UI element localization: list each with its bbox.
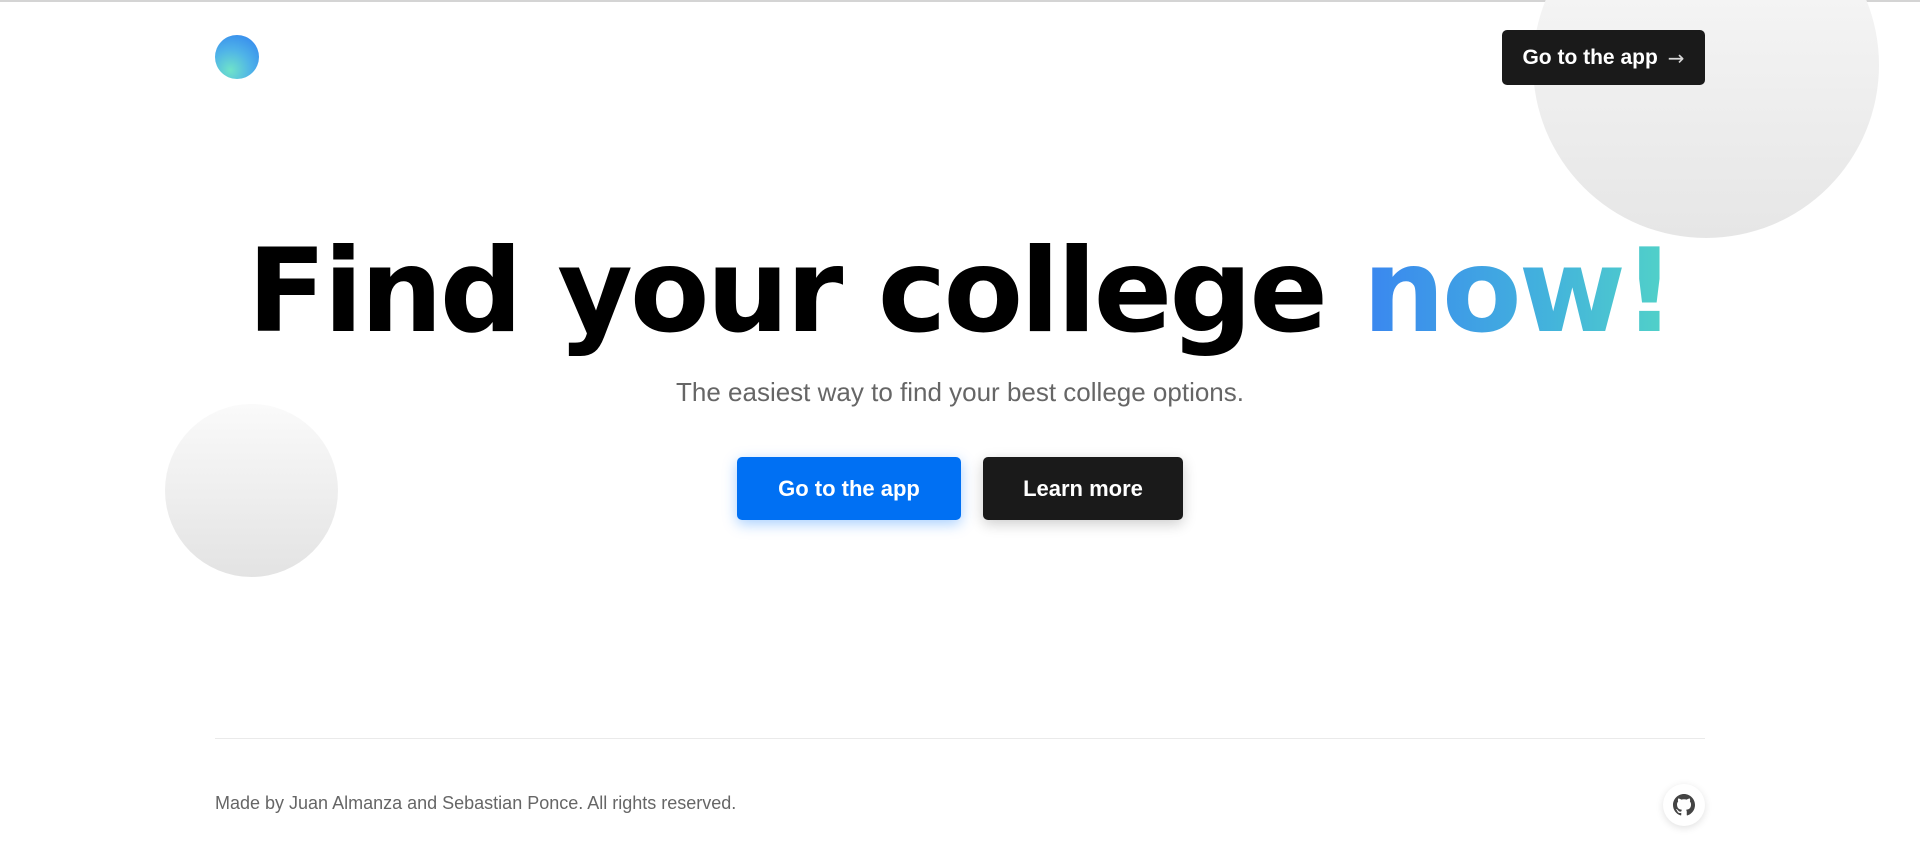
header-go-to-app-label: Go to the app bbox=[1522, 45, 1658, 69]
decorative-circle-left bbox=[165, 404, 338, 577]
landing-page: Go to the app → Find your college now! T… bbox=[0, 0, 1920, 866]
arrow-right-icon: → bbox=[1667, 45, 1685, 70]
header-go-to-app-button[interactable]: Go to the app → bbox=[1502, 30, 1705, 85]
go-to-app-button[interactable]: Go to the app bbox=[737, 457, 961, 520]
github-icon bbox=[1673, 794, 1695, 816]
hero-subtitle: The easiest way to find your best colleg… bbox=[676, 377, 1244, 407]
cta-button-group: Go to the app Learn more bbox=[737, 457, 1183, 520]
logo-icon[interactable] bbox=[215, 35, 259, 79]
github-link-button[interactable] bbox=[1663, 784, 1705, 826]
hero-title-accent: now! bbox=[1362, 224, 1675, 359]
learn-more-button[interactable]: Learn more bbox=[983, 457, 1183, 520]
hero-title: Find your college now! bbox=[0, 222, 1920, 362]
footer-credits: Made by Juan Almanza and Sebastian Ponce… bbox=[215, 793, 737, 813]
hero-title-main: Find your college bbox=[247, 224, 1363, 359]
footer-divider bbox=[215, 738, 1705, 739]
